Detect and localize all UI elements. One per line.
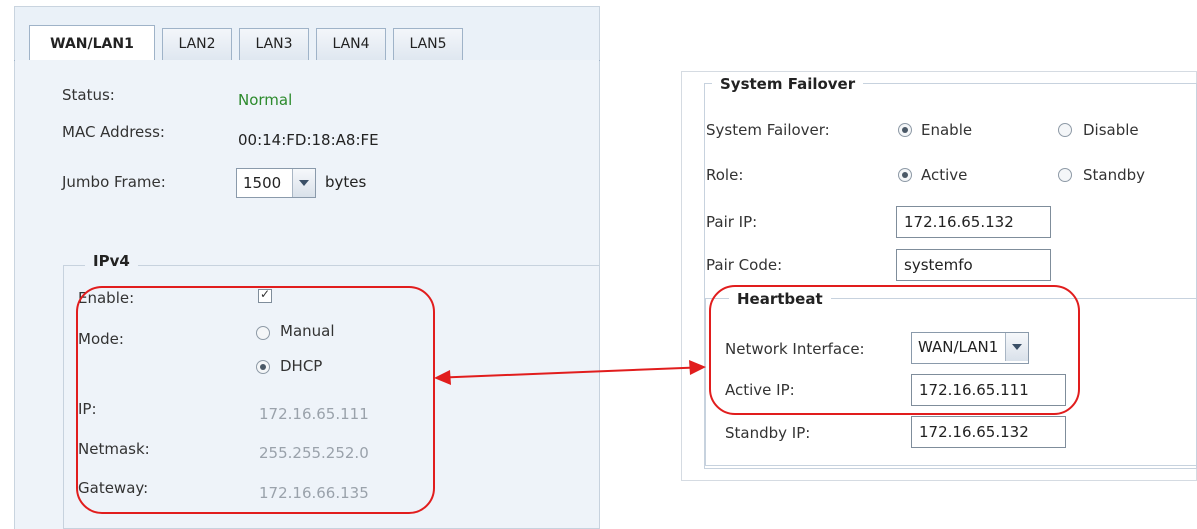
tab-lan5[interactable]: LAN5	[393, 28, 463, 60]
jumbo-frame-value: 1500	[243, 174, 282, 192]
role-active-radio[interactable]	[898, 168, 912, 182]
pair-code-input[interactable]: systemfo	[896, 249, 1051, 281]
mode-manual-label: Manual	[280, 322, 335, 340]
failover-enable-radio[interactable]	[898, 123, 912, 137]
jumbo-frame-select[interactable]: 1500	[236, 168, 316, 198]
role-label: Role:	[706, 166, 744, 184]
tab-lan2[interactable]: LAN2	[162, 28, 232, 60]
active-ip-label: Active IP:	[725, 381, 795, 399]
status-label: Status:	[62, 86, 115, 104]
chevron-down-icon	[292, 169, 315, 197]
ipv4-mode-label: Mode:	[78, 330, 124, 348]
mac-address-label: MAC Address:	[62, 123, 165, 141]
standby-ip-label: Standby IP:	[725, 424, 811, 442]
network-interface-select[interactable]: WAN/LAN1	[911, 332, 1029, 364]
pair-ip-label: Pair IP:	[706, 213, 758, 231]
ipv4-ip-value: 172.16.65.111	[259, 405, 369, 423]
network-interface-label: Network Interface:	[725, 340, 865, 358]
status-value: Normal	[238, 91, 293, 109]
failover-enable-label: Enable	[921, 121, 973, 139]
ipv4-netmask-value: 255.255.252.0	[259, 444, 369, 462]
mode-dhcp-label: DHCP	[280, 357, 323, 375]
failover-disable-radio[interactable]	[1058, 123, 1072, 137]
system-failover-label: System Failover:	[706, 121, 830, 139]
pair-code-label: Pair Code:	[706, 256, 783, 274]
ipv4-legend: IPv4	[85, 252, 138, 270]
network-interface-value: WAN/LAN1	[918, 338, 999, 356]
ipv4-netmask-label: Netmask:	[78, 440, 150, 458]
role-active-label: Active	[921, 166, 968, 184]
jumbo-frame-label: Jumbo Frame:	[62, 173, 166, 191]
chevron-down-icon	[1005, 333, 1028, 361]
failover-disable-label: Disable	[1083, 121, 1139, 139]
mode-manual-radio[interactable]	[256, 326, 270, 340]
ipv4-enable-label: Enable:	[78, 289, 135, 307]
double-arrow-icon	[434, 360, 706, 385]
mac-address-value: 00:14:FD:18:A8:FE	[238, 131, 379, 149]
ipv4-gateway-label: Gateway:	[78, 479, 149, 497]
standby-ip-input[interactable]: 172.16.65.132	[911, 416, 1066, 448]
jumbo-frame-unit: bytes	[325, 173, 367, 191]
tab-lan4[interactable]: LAN4	[316, 28, 386, 60]
ipv4-enable-checkbox[interactable]	[258, 287, 272, 303]
system-failover-legend: System Failover	[712, 75, 864, 93]
pair-ip-input[interactable]: 172.16.65.132	[896, 206, 1051, 238]
role-standby-radio[interactable]	[1058, 168, 1072, 182]
tab-lan3[interactable]: LAN3	[239, 28, 309, 60]
tab-wan-lan1[interactable]: WAN/LAN1	[29, 25, 155, 61]
heartbeat-legend: Heartbeat	[729, 290, 831, 308]
ipv4-gateway-value: 172.16.66.135	[259, 484, 369, 502]
role-standby-label: Standby	[1083, 166, 1146, 184]
active-ip-input[interactable]: 172.16.65.111	[911, 374, 1066, 406]
mode-dhcp-radio[interactable]	[256, 360, 270, 374]
ipv4-ip-label: IP:	[78, 400, 97, 418]
